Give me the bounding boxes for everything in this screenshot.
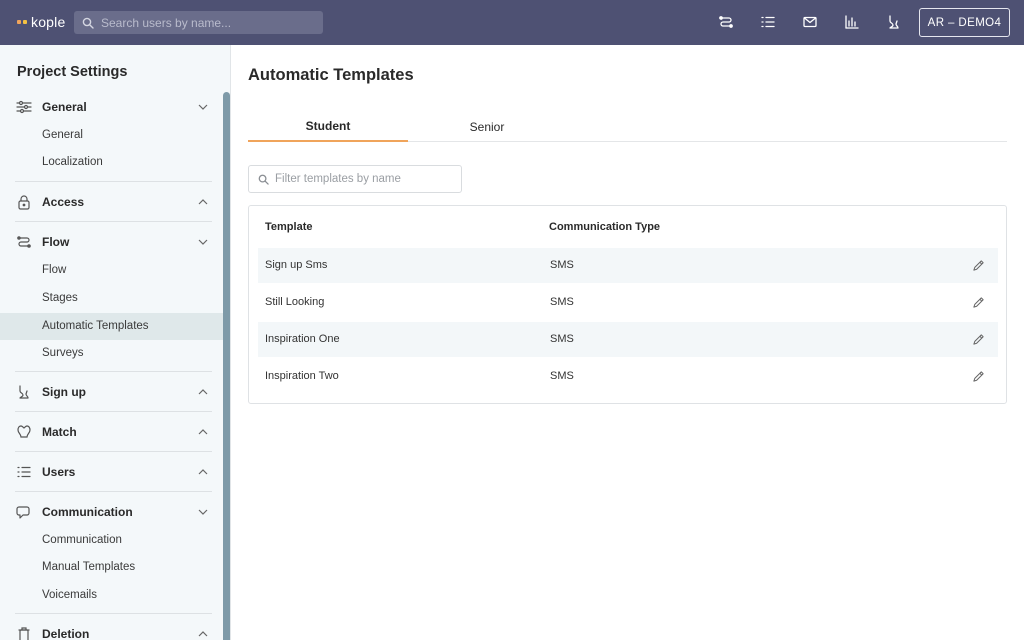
divider: [15, 221, 212, 222]
communication-type: SMS: [550, 333, 574, 345]
tab-senior[interactable]: Senior: [407, 111, 567, 142]
section-users[interactable]: Users: [0, 457, 223, 487]
section-sign-up[interactable]: Sign up: [0, 377, 223, 407]
communication-type: SMS: [550, 370, 574, 382]
account-button[interactable]: AR – DEMO4: [919, 8, 1010, 37]
logo-mark-icon: [17, 20, 27, 24]
sidebar-item-flow[interactable]: Flow: [0, 257, 223, 284]
sidebar-item-general[interactable]: General: [0, 122, 223, 149]
section-label: Communication: [42, 505, 133, 519]
search-icon: [258, 174, 269, 185]
section-flow[interactable]: Flow: [0, 227, 223, 257]
list-icon: [17, 466, 31, 478]
section-label: Users: [42, 465, 76, 479]
chevron-up-icon: [198, 429, 208, 435]
communication-type: SMS: [550, 259, 574, 271]
chevron-down-icon: [198, 239, 208, 245]
divider: [15, 613, 212, 614]
sidebar-title: Project Settings: [17, 64, 128, 80]
edit-icon[interactable]: [972, 259, 985, 272]
logo-text: kople: [31, 14, 66, 30]
chevron-up-icon: [198, 199, 208, 205]
chevron-up-icon: [198, 631, 208, 637]
column-header-template: Template: [265, 221, 313, 233]
signup-icon: [19, 385, 29, 399]
user-search-box[interactable]: [74, 11, 323, 34]
flow-icon: [17, 236, 31, 248]
sidebar-scrollbar[interactable]: [223, 92, 230, 640]
template-name: Inspiration One: [265, 333, 340, 345]
divider: [15, 451, 212, 452]
templates-table: Template Communication Type Sign up Sms …: [248, 205, 1007, 404]
sidebar-item-surveys[interactable]: Surveys: [0, 340, 223, 367]
section-label: Sign up: [42, 385, 86, 399]
sidebar-item-stages[interactable]: Stages: [0, 285, 223, 312]
section-label: Deletion: [42, 627, 90, 640]
sidebar-item-manual-templates[interactable]: Manual Templates: [0, 554, 223, 581]
user-search-input[interactable]: [101, 15, 311, 30]
section-label: Access: [42, 195, 85, 209]
column-header-communication-type: Communication Type: [549, 221, 661, 233]
chart-icon[interactable]: [844, 14, 860, 30]
page-title: Automatic Templates: [248, 66, 414, 84]
table-row[interactable]: Sign up Sms SMS: [258, 248, 998, 283]
mail-icon[interactable]: [802, 14, 818, 30]
chevron-up-icon: [198, 389, 208, 395]
tab-student[interactable]: Student: [248, 111, 408, 142]
table-row[interactable]: Inspiration One SMS: [258, 322, 998, 357]
divider: [15, 411, 212, 412]
trash-icon: [18, 627, 30, 640]
divider: [15, 491, 212, 492]
section-label: Match: [42, 425, 77, 439]
chevron-up-icon: [198, 469, 208, 475]
match-icon: [17, 425, 31, 438]
top-bar: kople AR – DEMO4: [0, 0, 1024, 45]
edit-icon[interactable]: [972, 370, 985, 383]
chat-icon: [16, 506, 30, 519]
template-tabs: Student Senior: [248, 111, 1007, 142]
section-access[interactable]: Access: [0, 187, 223, 217]
section-deletion[interactable]: Deletion: [0, 619, 223, 640]
section-communication[interactable]: Communication: [0, 497, 223, 527]
flow-icon[interactable]: [718, 14, 734, 30]
search-icon: [82, 17, 94, 29]
settings-sidebar: Project Settings General General Localiz…: [0, 45, 231, 640]
template-filter-input[interactable]: [275, 173, 455, 185]
template-name: Still Looking: [265, 296, 325, 308]
section-label: Flow: [42, 235, 70, 249]
divider: [15, 181, 212, 182]
lock-icon: [18, 195, 30, 210]
sidebar-item-voicemails[interactable]: Voicemails: [0, 582, 223, 609]
main-content: Automatic Templates Student Senior Templ…: [232, 45, 1024, 640]
template-name: Sign up Sms: [265, 259, 328, 271]
list-icon[interactable]: [760, 14, 776, 30]
chevron-down-icon: [198, 509, 208, 515]
communication-type: SMS: [550, 296, 574, 308]
section-label: General: [42, 100, 87, 114]
table-row[interactable]: Inspiration Two SMS: [258, 359, 998, 394]
section-general[interactable]: General: [0, 92, 223, 122]
section-match[interactable]: Match: [0, 417, 223, 447]
edit-icon[interactable]: [972, 333, 985, 346]
table-row[interactable]: Still Looking SMS: [258, 285, 998, 320]
signup-icon[interactable]: [886, 14, 902, 30]
edit-icon[interactable]: [972, 296, 985, 309]
template-name: Inspiration Two: [265, 370, 339, 382]
sidebar-item-communication[interactable]: Communication: [0, 527, 223, 554]
template-filter-box[interactable]: [248, 165, 462, 193]
divider: [15, 371, 212, 372]
sliders-icon: [16, 100, 32, 114]
sidebar-item-automatic-templates[interactable]: Automatic Templates: [0, 313, 223, 340]
chevron-down-icon: [198, 104, 208, 110]
sidebar-item-localization[interactable]: Localization: [0, 149, 223, 176]
app-logo[interactable]: kople: [17, 14, 65, 30]
